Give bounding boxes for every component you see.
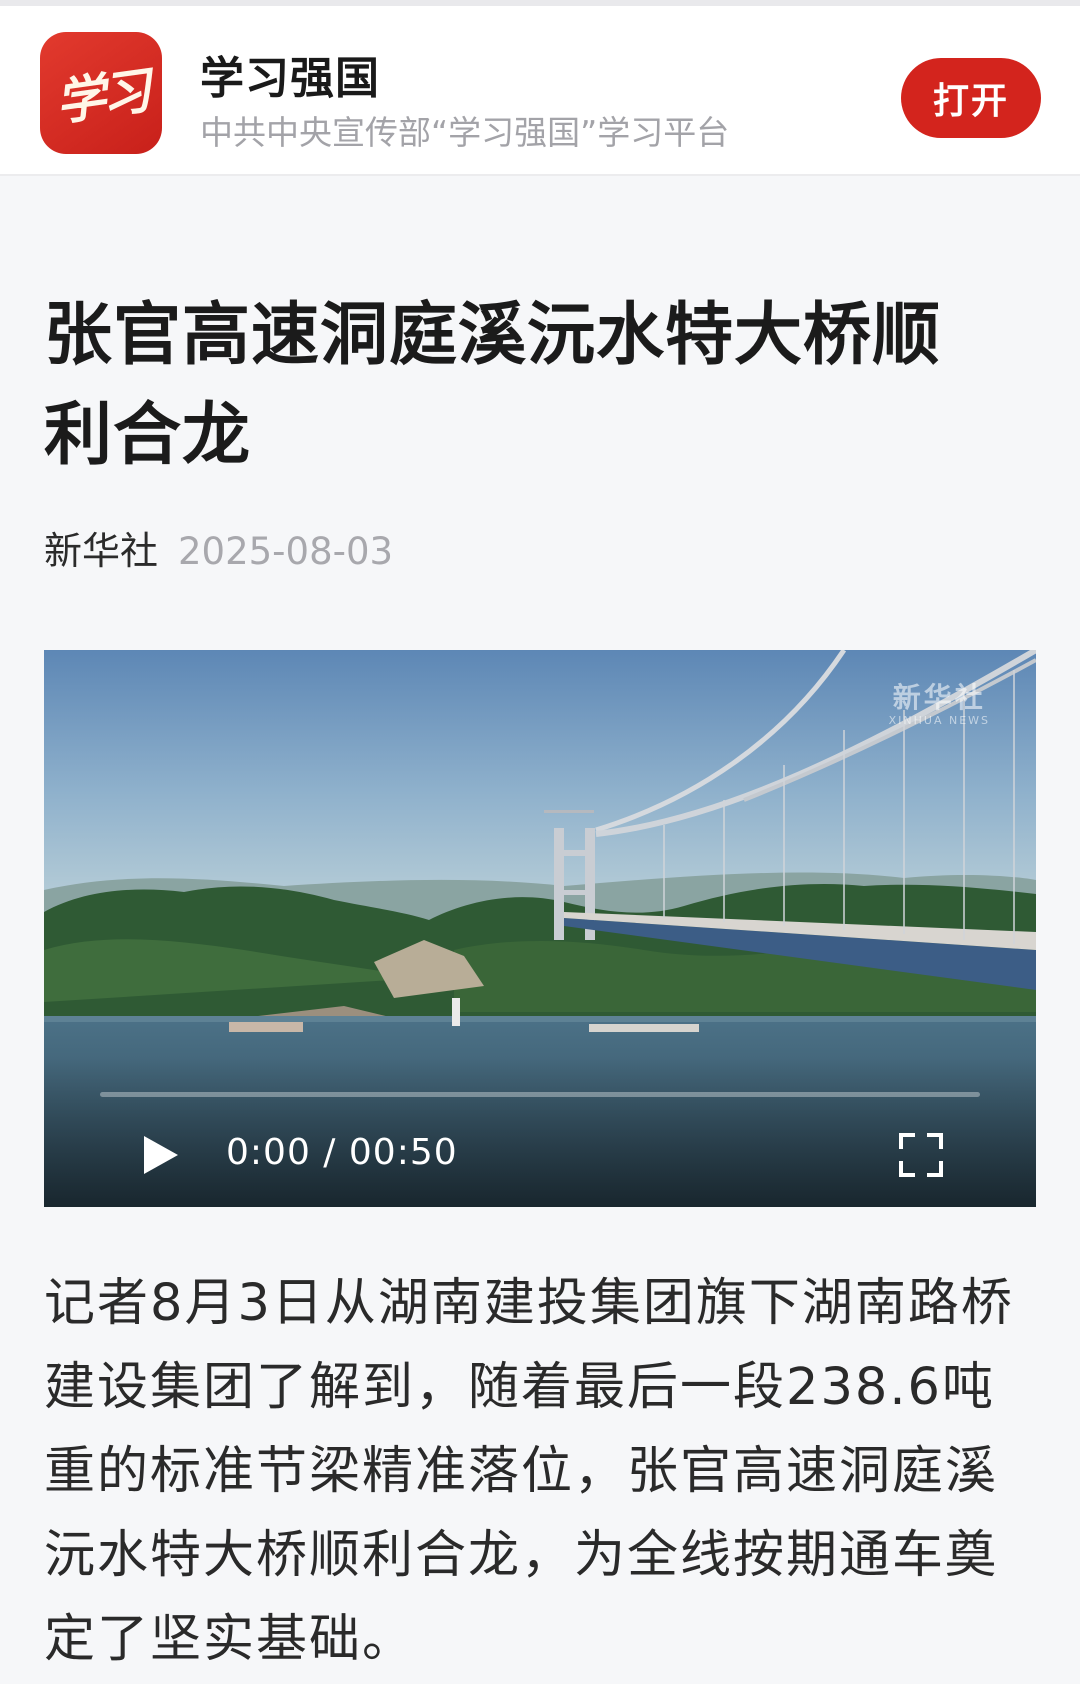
fullscreen-button[interactable] [896, 1130, 946, 1180]
article-source: 新华社 [44, 529, 159, 573]
play-button[interactable] [136, 1130, 186, 1180]
controls-overlay [44, 1057, 1036, 1207]
article-date: 2025-08-03 [178, 530, 394, 573]
duration: 00:50 [348, 1132, 458, 1173]
app-description: 中共中央宣传部“学习强国”学习平台 [200, 113, 730, 152]
watermark-sub: XINHUA NEWS [888, 714, 990, 727]
video-player[interactable]: 新华社 XINHUA NEWS 0:00 / 00:50 [44, 650, 1036, 1207]
app-banner: 学习 学习强国 中共中央宣传部“学习强国”学习平台 打开 [0, 0, 1080, 176]
app-logo[interactable]: 学习 [40, 32, 162, 154]
fullscreen-icon [899, 1133, 943, 1177]
watermark-main: 新华社 [892, 681, 986, 714]
video-watermark: 新华社 XINHUA NEWS [889, 676, 990, 727]
time-display: 0:00 / 00:50 [226, 1132, 458, 1173]
play-icon [144, 1136, 178, 1174]
open-app-button[interactable]: 打开 [901, 58, 1041, 138]
article-body: 记者8月3日从湖南建投集团旗下湖南路桥建设集团了解到，随着最后一段238.6吨重… [44, 1274, 1014, 1669]
progress-bar[interactable] [100, 1092, 980, 1097]
page: 学习 学习强国 中共中央宣传部“学习强国”学习平台 打开 张官高速洞庭溪沅水特大… [0, 0, 1080, 1684]
current-time: 0:00 [226, 1132, 311, 1173]
article-title: 张官高速洞庭溪沅水特大桥顺利合龙 [44, 296, 942, 475]
app-name: 学习强国 [200, 53, 380, 104]
article-meta: 新华社 2025-08-03 [44, 520, 393, 575]
logo-text: 学习 [51, 60, 152, 133]
time-separator: / [323, 1132, 337, 1173]
